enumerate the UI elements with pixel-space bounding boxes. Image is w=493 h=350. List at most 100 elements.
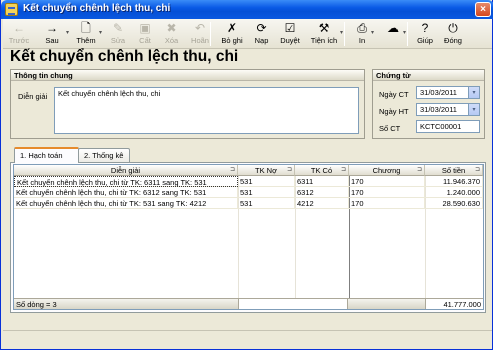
chevron-down-icon[interactable]: ▾ [66, 29, 69, 36]
total-amount: 41.777.000 [425, 299, 483, 309]
approve-icon: ☑ [284, 21, 296, 35]
toolbar-button[interactable]: ☑ Duyệt [276, 20, 304, 48]
table-row[interactable]: Kết chuyển chênh lệch thu, chi từ TK: 63… [14, 187, 483, 198]
chevron-down-icon[interactable]: ▾ [468, 104, 479, 115]
cell-credit-account[interactable]: 6312 [295, 187, 349, 198]
cell-description[interactable]: Kết chuyển chênh lệch thu, chi từ TK: 63… [14, 176, 238, 187]
toolbar-separator [344, 22, 345, 46]
chevron-down-icon[interactable]: ▾ [340, 29, 343, 36]
page-title: Kết chuyển chênh lệch thu, chi [10, 48, 239, 65]
toolbar-button[interactable]: ⏻ Đóng [440, 20, 466, 48]
description-label: Diễn giải [18, 92, 48, 101]
toolbar-button[interactable]: ⎙ In [351, 20, 373, 48]
arrow-left-icon: ← [13, 21, 25, 35]
toolbar-button-label: Xóa [164, 36, 179, 45]
posting-date-picker[interactable]: 31/03/2011 ▾ [416, 103, 480, 116]
grid-footer: Số dòng = 3 41.777.000 [14, 298, 483, 309]
column-header-label: Số tiền [441, 166, 466, 175]
toolbar-separator [407, 22, 408, 46]
cell-chapter[interactable]: 170 [349, 176, 425, 187]
cell-amount[interactable]: 28.590.630 [425, 198, 483, 209]
edit-icon: ✎ [112, 21, 124, 35]
footer-summary-cell [238, 299, 348, 309]
toolbar-button-label: Bỏ ghi [221, 36, 243, 45]
column-header-label: TK Nợ [254, 166, 277, 175]
column-header-label: Diễn giải [110, 166, 141, 175]
toolbar-button[interactable]: ← Trước [5, 20, 33, 48]
column-header-amount[interactable]: Số tiền ⊐ [425, 165, 483, 176]
table-row[interactable]: Kết chuyển chênh lệch thu, chi từ TK: 53… [14, 198, 483, 209]
toolbar-button[interactable]: ✗ Bỏ ghi [217, 20, 247, 48]
general-info-header: Thông tin chung [11, 70, 364, 81]
cell-debit-account[interactable]: 531 [238, 187, 295, 198]
toolbar-button[interactable]: ⟳ Nạp [249, 20, 274, 48]
pin-icon[interactable]: ⊐ [417, 166, 422, 173]
accounting-grid[interactable]: Diễn giải ⊐ TK Nợ ⊐ TK Có ⊐ Chương ⊐ Số … [13, 164, 484, 310]
description-field[interactable]: Kết chuyển chênh lệch thu, chi [54, 87, 359, 134]
cell-amount[interactable]: 1.240.000 [425, 187, 483, 198]
tab-statistics[interactable]: 2. Thống kê [78, 148, 130, 162]
toolbar-button[interactable]: ✖ Xóa [159, 20, 184, 48]
toolbar-button-label: Nạp [254, 36, 269, 45]
cell-credit-account[interactable]: 4212 [295, 198, 349, 209]
toolbar-button-label: In [358, 36, 366, 45]
chevron-down-icon[interactable]: ▾ [99, 29, 102, 36]
cell-description[interactable]: Kết chuyển chênh lệch thu, chi từ TK: 63… [14, 187, 238, 198]
delete-icon: ✖ [166, 21, 177, 35]
pin-icon[interactable]: ⊐ [341, 166, 346, 173]
toolbar-button-label: Duyệt [280, 36, 300, 45]
arrow-right-icon: → [46, 21, 58, 35]
voucher-date-label: Ngày CT [379, 90, 409, 99]
toolbar-button-label: Thêm [76, 36, 96, 45]
column-header-description[interactable]: Diễn giải ⊐ [14, 165, 238, 176]
cell-debit-account[interactable]: 531 [238, 176, 295, 187]
toolbar-button[interactable]: 🗋 Thêm [71, 20, 101, 48]
column-header-credit-account[interactable]: TK Có ⊐ [295, 165, 349, 176]
save-icon: ▣ [139, 21, 151, 35]
chevron-down-icon[interactable]: ▾ [371, 29, 374, 36]
toolbar-button[interactable]: ? Giúp [413, 20, 437, 48]
cell-description[interactable]: Kết chuyển chênh lệch thu, chi từ TK: 53… [14, 198, 238, 209]
toolbar-button[interactable]: ▣ Cất [133, 20, 157, 48]
close-window-icon: ⏻ [448, 21, 458, 35]
toolbar-cloud-button[interactable]: ☁ [381, 20, 405, 48]
cell-debit-account[interactable]: 531 [238, 198, 295, 209]
chevron-down-icon[interactable]: ▾ [403, 29, 406, 36]
status-bar [3, 330, 492, 347]
table-row[interactable]: Kết chuyển chênh lệch thu, chi từ TK: 63… [14, 176, 483, 187]
cell-amount[interactable]: 11.946.370 [425, 176, 483, 187]
cell-credit-account[interactable]: 6311 [295, 176, 349, 187]
toolbar-button-label: Giúp [417, 36, 433, 45]
unpost-icon: ✗ [226, 21, 238, 35]
main-window: Kết chuyển chênh lệch thu, chi × ← Trước →… [0, 0, 493, 350]
pin-icon[interactable]: ⊐ [230, 166, 235, 173]
window-close-button[interactable]: × [475, 2, 491, 17]
toolbar-button[interactable]: ✎ Sửa [105, 20, 131, 48]
toolbar-button-label: Cất [139, 36, 151, 45]
column-header-debit-account[interactable]: TK Nợ ⊐ [238, 165, 295, 176]
pin-icon[interactable]: ⊐ [287, 166, 292, 173]
chevron-down-icon[interactable]: ▾ [468, 87, 479, 98]
tab-accounting-label: 1. Hạch toán [20, 151, 63, 160]
utilities-icon: ⚒ [318, 21, 330, 35]
toolbar-button-label: Sau [45, 36, 59, 45]
voucher-date-picker[interactable]: 31/03/2011 ▾ [416, 86, 480, 99]
toolbar-button-label: Trước [8, 36, 30, 45]
column-header-chapter[interactable]: Chương ⊐ [349, 165, 425, 176]
posting-date-value: 31/03/2011 [420, 105, 457, 114]
tab-accounting[interactable]: 1. Hạch toán [14, 147, 79, 163]
cell-chapter[interactable]: 170 [349, 198, 425, 209]
voucher-no-field[interactable]: KCTC00001 [416, 120, 480, 133]
print-icon: ⎙ [357, 21, 367, 35]
cell-chapter[interactable]: 170 [349, 187, 425, 198]
voucher-no-label: Số CT [379, 124, 401, 133]
toolbar: ← Trước → Sau ▾ 🗋 Thêm ▾ ✎ Sửa ▣ Cất ✖ Xóa ↶ Hoãn ✗ Bỏ gh… [3, 19, 492, 49]
posting-date-label: Ngày HT [379, 107, 409, 116]
toolbar-button-label: Tiện ích [310, 36, 338, 45]
title-bar: Kết chuyển chênh lệch thu, chi × [1, 0, 493, 19]
help-icon: ? [421, 21, 429, 35]
toolbar-button[interactable]: → Sau [36, 20, 68, 48]
column-header-label: TK Có [310, 166, 333, 175]
pin-icon[interactable]: ⊐ [475, 166, 480, 173]
toolbar-button[interactable]: ⚒ Tiện ích [306, 20, 342, 48]
